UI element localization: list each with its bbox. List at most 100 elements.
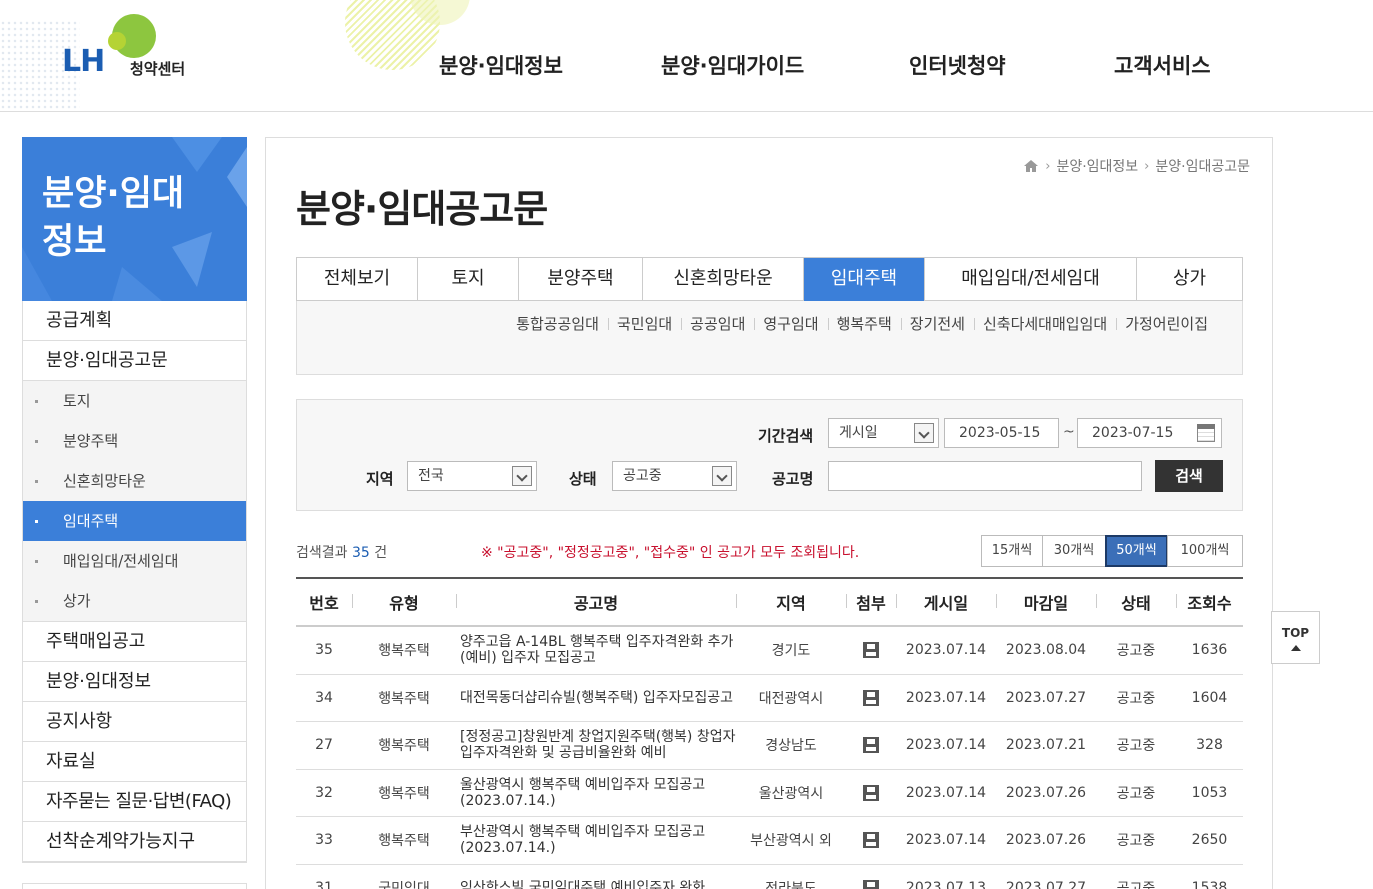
row-region: 경기도	[771, 643, 811, 660]
col-header-attachment: 첨부	[846, 590, 896, 614]
attachment-file-icon[interactable]	[863, 689, 879, 706]
table-row[interactable]: 33 행복주택 부산광역시 행복주택 예비입주자 모집공고(2023.07.14.)…	[296, 817, 1243, 865]
lnb-item-first-come-contract[interactable]: 선착순계약가능지구	[23, 822, 246, 862]
subtab-permanent[interactable]: 영구임대	[754, 313, 827, 334]
tab-all[interactable]: 전체보기	[297, 258, 418, 301]
row-title[interactable]: 부산광역시 행복주택 예비입주자 모집공고(2023.07.14.)	[456, 824, 736, 856]
lnb-item-notices[interactable]: 분양·임대공고문	[23, 341, 246, 381]
lnb-item-supply-info[interactable]: 분양·임대정보	[23, 662, 246, 702]
row-type: 국민임대	[378, 880, 430, 889]
attachment-file-icon[interactable]	[863, 832, 879, 849]
lnb-item-housing-purchase[interactable]: 주택매입공고	[23, 622, 246, 662]
lnb-subitem-sale-housing[interactable]: 분양주택	[23, 421, 246, 461]
row-title[interactable]: [정정공고]창원반계 창업지원주택(행복) 창업자 입주자격완화 및 공급비율완…	[456, 729, 736, 761]
logo-text: 청약센터	[130, 60, 186, 78]
row-post-date: 2023.07.14	[905, 784, 987, 801]
per-page-100[interactable]: 100개씩	[1167, 535, 1243, 567]
tab-purchase-rental[interactable]: 매입임대/전세임대	[925, 258, 1137, 301]
chevron-down-icon	[512, 466, 532, 486]
date-to-input[interactable]: 2023-07-15	[1077, 418, 1222, 448]
subtab-new-multi-family[interactable]: 신축다세대매입임대	[973, 313, 1116, 334]
row-status: 공고중	[1116, 785, 1156, 802]
subtab-happy-housing[interactable]: 행복주택	[827, 313, 901, 334]
per-page-50[interactable]: 50개씩	[1105, 535, 1168, 567]
lnb-subitem-purchase-rental[interactable]: 매입임대/전세임대	[23, 541, 246, 581]
search-button[interactable]: 검색	[1155, 460, 1223, 492]
lnb-item-archive[interactable]: 자료실	[23, 742, 246, 782]
table-row[interactable]: 31 국민임대 익산한스빌 국민임대주택 예비입주자 완화 전라북도 2023.07.1…	[296, 865, 1243, 889]
lnb-item-faq[interactable]: 자주묻는 질문·답변(FAQ)	[23, 782, 246, 822]
row-title[interactable]: 양주고읍 A-14BL 행복주택 입주자격완화 추가(예비) 입주자 모집공고	[456, 634, 736, 666]
status-select[interactable]: 공고중	[612, 461, 737, 491]
per-page-15[interactable]: 15개씩	[981, 535, 1043, 567]
attachment-file-icon[interactable]	[863, 784, 879, 801]
lnb-title: 분양·임대 정보	[42, 170, 184, 266]
lnb-subitem-rental-housing[interactable]: 임대주택	[23, 501, 246, 541]
result-count-prefix: 검색결과	[296, 545, 348, 561]
status-label: 상태	[569, 470, 597, 488]
notice-name-input[interactable]	[828, 461, 1142, 491]
row-post-date: 2023.07.13	[905, 879, 987, 889]
category-tabs: 전체보기 토지 분양주택 신혼희망타운 임대주택 매입임대/전세임대 상가	[296, 257, 1243, 302]
row-title[interactable]: 익산한스빌 국민임대주택 예비입주자 완화	[456, 880, 736, 889]
lnb-subitem-land[interactable]: 토지	[23, 381, 246, 421]
attachment-file-icon[interactable]	[863, 737, 879, 754]
row-close-date: 2023.07.26	[1005, 832, 1087, 849]
tab-rental-housing[interactable]: 임대주택	[804, 258, 925, 301]
table-row[interactable]: 27 행복주택 [정정공고]창원반계 창업지원주택(행복) 창업자 입주자격완화 및…	[296, 722, 1243, 770]
subtab-daycare[interactable]: 가정어린이집	[1116, 313, 1208, 334]
row-title[interactable]: 울산광역시 행복주택 예비입주자 모집공고(2023.07.14.)	[456, 777, 736, 809]
row-status: 공고중	[1116, 833, 1156, 850]
table-row[interactable]: 32 행복주택 울산광역시 행복주택 예비입주자 모집공고(2023.07.14.)…	[296, 770, 1243, 817]
chevron-right-icon: ›	[1045, 158, 1051, 174]
lh-logo[interactable]: LH 청약센터	[62, 14, 202, 84]
row-region: 경상남도	[765, 738, 817, 755]
table-row[interactable]: 34 행복주택 대전목동더샵리슈빌(행복주택) 입주자모집공고 대전광역시 2023.0…	[296, 675, 1243, 722]
subtab-long-term-jeonse[interactable]: 장기전세	[900, 313, 974, 334]
gnb-item-guide[interactable]: 분양·임대가이드	[661, 50, 804, 80]
subtab-public[interactable]: 공공임대	[681, 313, 754, 334]
calendar-icon[interactable]	[1197, 424, 1215, 442]
col-header-title: 공고명	[456, 590, 736, 614]
subtab-integrated-public[interactable]: 통합공공임대	[507, 313, 608, 334]
home-icon[interactable]	[1023, 159, 1039, 173]
subtab-national[interactable]: 국민임대	[607, 313, 681, 334]
tab-land[interactable]: 토지	[418, 258, 519, 301]
breadcrumb-item[interactable]: 분양·임대정보	[1056, 156, 1138, 176]
row-views: 1053	[1191, 784, 1228, 801]
gnb-item-customer-service[interactable]: 고객서비스	[1114, 50, 1211, 80]
row-views: 1604	[1191, 689, 1228, 706]
row-number: 34	[315, 689, 333, 706]
chevron-down-icon	[712, 466, 732, 486]
row-number: 35	[315, 642, 333, 659]
gnb-item-online-application[interactable]: 인터넷청약	[909, 50, 1006, 80]
row-status: 공고중	[1116, 738, 1156, 755]
row-close-date: 2023.07.27	[1005, 689, 1087, 706]
subtab-list: 통합공공임대 국민임대 공공임대 영구임대 행복주택 장기전세 신축다세대매입임…	[507, 313, 1208, 334]
region-select[interactable]: 전국	[407, 461, 537, 491]
row-type: 행복주택	[378, 690, 430, 707]
search-notice: ※ "공고중", "정정공고중", "접수중" 인 공고가 모두 조회됩니다.	[481, 545, 860, 561]
lnb-subitem-commercial[interactable]: 상가	[23, 581, 246, 621]
attachment-file-icon[interactable]	[863, 642, 879, 659]
tab-newlywed-town[interactable]: 신혼희망타운	[643, 258, 804, 301]
table-row[interactable]: 35 행복주택 양주고읍 A-14BL 행복주택 입주자격완화 추가(예비) 입주자…	[296, 627, 1243, 675]
attachment-file-icon[interactable]	[863, 879, 879, 889]
row-views: 1538	[1191, 879, 1228, 889]
period-select[interactable]: 게시일	[828, 418, 939, 448]
breadcrumb-item[interactable]: 분양·임대공고문	[1155, 156, 1250, 176]
tab-sale-housing[interactable]: 분양주택	[519, 258, 643, 301]
lnb-subitem-newlywed-town[interactable]: 신혼희망타운	[23, 461, 246, 501]
chevron-right-icon: ›	[1144, 158, 1150, 174]
lnb-item-supply-plan[interactable]: 공급계획	[23, 301, 246, 341]
row-title[interactable]: 대전목동더샵리슈빌(행복주택) 입주자모집공고	[456, 690, 736, 706]
date-from-input[interactable]: 2023-05-15	[944, 418, 1059, 448]
row-type: 행복주택	[378, 785, 430, 802]
tab-commercial[interactable]: 상가	[1137, 258, 1242, 301]
row-attachment	[846, 832, 896, 849]
per-page-30[interactable]: 30개씩	[1042, 535, 1106, 567]
table-header: 번호 유형 공고명 지역 첨부 게시일 마감일 상태 조회수	[296, 577, 1243, 627]
gnb-item-supply-info[interactable]: 분양·임대정보	[439, 50, 563, 80]
lnb-item-announcements[interactable]: 공지사항	[23, 702, 246, 742]
scroll-top-button[interactable]: TOP	[1271, 611, 1320, 664]
